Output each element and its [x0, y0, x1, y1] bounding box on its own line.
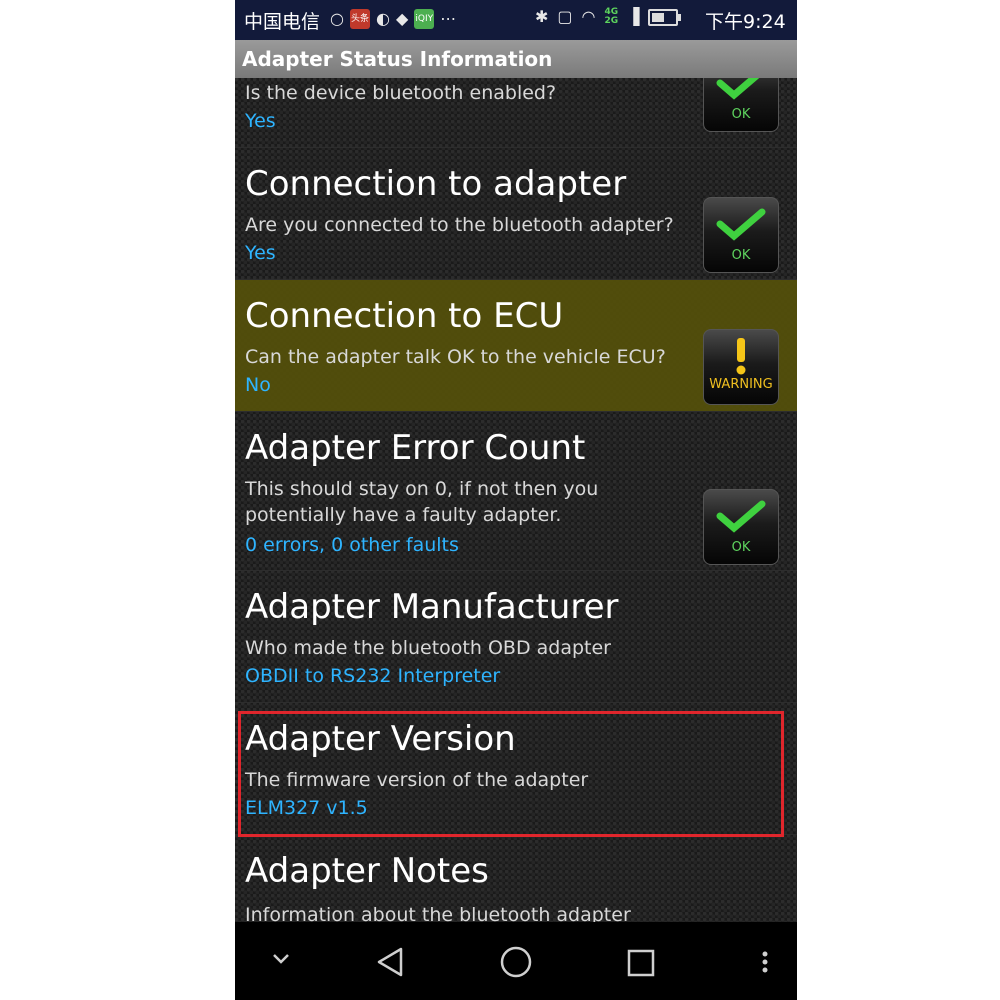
highlight-box [238, 711, 784, 837]
item-description: Can the adapter talk OK to the vehicle E… [245, 346, 666, 368]
list-item-bluetooth-enabled[interactable]: Is the device bluetooth enabled? Yes OK [235, 78, 797, 148]
item-description: Information about the bluetooth adapter [245, 904, 631, 922]
item-value: 0 errors, 0 other faults [245, 534, 459, 556]
item-value: Yes [245, 242, 276, 264]
chat-bubble-icon: ○ [330, 9, 344, 28]
list-item-error-count[interactable]: Adapter Error Count This should stay on … [235, 412, 797, 571]
toutiao-icon: 头条 [349, 9, 370, 29]
item-value: Yes [245, 110, 276, 132]
ok-status-icon: OK [703, 78, 779, 132]
clock: 下午9:24 [705, 11, 786, 33]
item-value: No [245, 374, 271, 396]
item-value: OBDII to RS232 Interpreter [245, 665, 501, 687]
list-item-notes[interactable]: Adapter Notes Information about the blue… [235, 835, 797, 922]
recents-icon[interactable] [626, 948, 656, 982]
bluetooth-icon: ✱ [535, 7, 549, 26]
item-title: Adapter Manufacturer [245, 587, 619, 627]
item-title: Connection to adapter [245, 164, 627, 204]
signal-icon: 4G 2G [604, 7, 619, 26]
ok-status-icon: OK [703, 197, 779, 273]
list-item-connection-adapter[interactable]: Connection to adapter Are you connected … [235, 148, 797, 280]
item-description: This should stay on 0, if not then you p… [245, 478, 599, 526]
overflow-menu-icon[interactable] [761, 950, 769, 978]
iqiyi-icon: iQIY [414, 9, 435, 29]
item-description: Are you connected to the bluetooth adapt… [245, 214, 674, 236]
item-description: Is the device bluetooth enabled? [245, 82, 557, 104]
signal-bars-icon: ▐ [627, 7, 640, 26]
item-description: Who made the bluetooth OBD adapter [245, 637, 611, 659]
ok-status-icon: OK [703, 489, 779, 565]
navigation-bar [235, 922, 797, 1000]
vibrate-icon: ▢ [557, 7, 573, 26]
list-item-connection-ecu[interactable]: Connection to ECU Can the adapter talk O… [235, 280, 797, 412]
page-title: Adapter Status Information [242, 47, 553, 71]
more-notifications-icon: ⋯ [440, 9, 457, 28]
list-item-manufacturer[interactable]: Adapter Manufacturer Who made the blueto… [235, 571, 797, 703]
item-title: Adapter Notes [245, 851, 489, 891]
item-title: Connection to ECU [245, 296, 564, 336]
wifi-icon: ◠ [581, 7, 596, 26]
item-title: Adapter Error Count [245, 428, 586, 468]
system-icons: ✱ ▢ ◠ 4G 2G ▐ [535, 6, 682, 28]
carrier-label: 中国电信 [244, 11, 321, 33]
home-icon[interactable] [499, 945, 533, 983]
phone-screen: 中国电信 ○ 头条 ◐ ◆ iQIY ⋯ ✱ ▢ ◠ 4G 2G ▐ 下午9:2… [235, 0, 797, 1000]
maps-icon: ◆ [395, 9, 409, 28]
chevron-down-icon[interactable] [271, 950, 291, 970]
notification-icons: ○ 头条 ◐ ◆ iQIY ⋯ [330, 8, 456, 30]
back-icon[interactable] [375, 946, 405, 982]
title-bar: Adapter Status Information [235, 40, 797, 78]
battery-icon [648, 8, 682, 26]
status-list[interactable]: Is the device bluetooth enabled? Yes OK … [235, 78, 797, 922]
warning-status-icon: WARNING [703, 329, 779, 405]
whatsapp-icon: ◐ [375, 9, 390, 28]
status-bar: 中国电信 ○ 头条 ◐ ◆ iQIY ⋯ ✱ ▢ ◠ 4G 2G ▐ 下午9:2… [235, 0, 797, 40]
